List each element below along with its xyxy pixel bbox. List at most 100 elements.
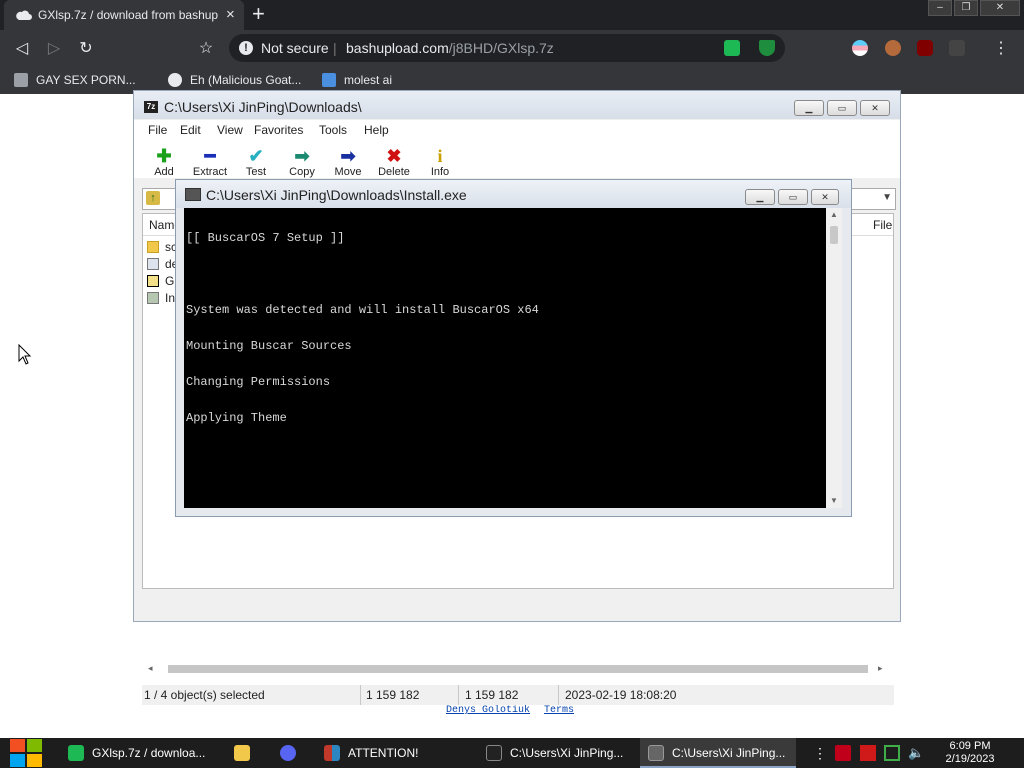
taskbar-item-sevenzip[interactable]: C:\Users\Xi JinPing... [478,738,634,768]
menu-favorites[interactable]: Favorites [254,123,303,137]
start-button[interactable] [10,738,44,768]
scrollbar-thumb[interactable] [830,226,838,244]
bookmark-label: molest ai [344,73,393,87]
sevenzip-maximize-button[interactable]: ▭ [827,100,857,116]
path-dropdown-icon[interactable]: ▼ [882,192,892,203]
ublock-icon[interactable] [917,40,933,56]
extension-flag-icon[interactable] [852,40,868,56]
browser-toolbar: ◁ ▷ ↻ ☆ ! Not secure | bashupload.com/j8… [0,30,1024,66]
menu-edit[interactable]: Edit [180,123,201,137]
move-icon: ➡ [340,146,356,166]
console-app-icon [185,188,201,201]
tab-close-icon[interactable]: × [226,6,235,23]
taskbar-item-browser[interactable]: GXlsp.7z / downloa... [60,738,216,768]
discord-icon [280,745,296,761]
menu-tools[interactable]: Tools [319,123,347,137]
menu-view[interactable]: View [217,123,243,137]
move-button[interactable]: ➡ Move [330,146,366,178]
close-window-button[interactable]: ✕ [980,0,1020,16]
extract-button[interactable]: ━ Extract [192,146,228,178]
scroll-left-icon[interactable]: ◂ [148,663,153,674]
menu-file[interactable]: File [148,123,167,137]
sevenzip-menubar: File Edit View Favorites Tools Help [134,120,900,140]
test-button[interactable]: ✔ Test [238,146,274,178]
bookmark-favicon-icon [322,73,336,87]
file-row[interactable]: sc [147,240,177,256]
copy-button[interactable]: ➡ Copy [284,146,320,178]
restore-button[interactable]: ❐ [954,0,978,16]
delete-button[interactable]: ✖ Delete [376,146,412,178]
security-label[interactable]: Not secure [261,40,329,56]
console-maximize-button[interactable]: ▭ [778,189,808,205]
tray-app-icon[interactable] [835,745,851,761]
status-modified: 2023-02-19 18:08:20 [565,688,677,702]
extension-chat-icon[interactable] [724,40,740,56]
taskbar-clock[interactable]: 6:09 PM 2/19/2023 [940,740,1000,766]
column-file[interactable]: File [873,218,892,232]
scroll-right-icon[interactable]: ▸ [878,663,883,674]
back-icon[interactable]: ◁ [11,38,33,58]
status-divider [360,685,361,705]
file-row[interactable]: de [147,257,178,273]
overflow-icon[interactable]: ⋮ [812,745,828,761]
taskbar-item-explorer[interactable] [226,738,260,768]
console-titlebar[interactable]: C:\Users\Xi JinPing\Downloads\Install.ex… [176,180,851,208]
flag-icon[interactable] [860,745,876,761]
bookmark-item-1[interactable]: GAY SEX PORN... [14,73,136,87]
console-output[interactable]: [[ BuscarOS 7 Setup ]] System was detect… [184,208,826,508]
taskbar-item-discord[interactable] [272,738,306,768]
footer-link-author[interactable]: Denys Golotiuk [446,705,530,716]
bookmark-star-icon[interactable]: ☆ [195,38,217,58]
sevenzip-close-button[interactable]: ✕ [860,100,890,116]
browser-tab[interactable]: GXlsp.7z / download from bashupl × [4,0,244,30]
tool-label: Extract [192,166,228,178]
copy-icon: ➡ [294,146,310,166]
folder-up-icon[interactable]: ↑ [146,191,160,205]
sevenzip-titlebar[interactable]: 7z C:\Users\Xi JinPing\Downloads\ ▁ ▭ ✕ [134,91,900,119]
taskbar-item-console[interactable]: C:\Users\Xi JinPing... [640,738,796,768]
warning-icon[interactable]: ! [239,41,253,55]
clock-date: 2/19/2023 [945,753,995,765]
reload-icon[interactable]: ↻ [75,38,97,58]
add-button[interactable]: ✚ Add [146,146,182,178]
page-footer: Denys Golotiuk Terms [446,705,588,716]
console-line: [[ BuscarOS 7 Setup ]] [186,231,345,245]
browser-tab-strip: GXlsp.7z / download from bashupl × + – ❐… [0,0,1024,30]
footer-link-terms[interactable]: Terms [544,705,574,716]
sevenzip-horizontal-scrollbar[interactable]: ◂ ▸ [142,659,894,679]
chrome-menu-icon[interactable]: ⋮ [990,38,1012,58]
taskbar-label: C:\Users\Xi JinPing... [672,746,786,760]
console-close-button[interactable]: ✕ [811,189,839,205]
taskbar: GXlsp.7z / downloa... ATTENTION! C:\User… [0,738,1024,768]
file-row[interactable]: In [147,291,175,307]
scroll-down-icon[interactable]: ▼ [830,496,838,505]
minimize-button[interactable]: – [928,0,952,16]
console-vertical-scrollbar[interactable]: ▲ ▼ [826,208,842,508]
scrollbar-thumb[interactable] [168,665,868,673]
bookmark-item-3[interactable]: molest ai [322,73,392,87]
sevenzip-minimize-button[interactable]: ▁ [794,100,824,116]
folder-icon [147,241,159,253]
globe-icon [168,73,182,87]
extension-shield-icon[interactable] [759,40,775,56]
omnibox-separator: | [333,40,337,56]
menu-help[interactable]: Help [364,123,389,137]
alert-window-icon [324,745,340,761]
address-bar[interactable]: ! Not secure | bashupload.com/j8BHD/GXls… [229,34,785,62]
console-minimize-button[interactable]: ▁ [745,189,775,205]
network-icon[interactable] [884,745,900,761]
bookmark-item-2[interactable]: Eh (Malicious Goat... [168,73,301,87]
scroll-up-icon[interactable]: ▲ [830,210,838,219]
extension-gray-icon[interactable] [949,40,965,56]
file-row[interactable]: G [147,274,174,290]
volume-icon[interactable]: 🔈 [908,745,924,761]
windows-logo-icon [27,739,42,752]
profile-avatar-icon[interactable] [885,40,901,56]
info-button[interactable]: i Info [422,146,458,178]
console-icon [648,745,664,761]
taskbar-item-attention[interactable]: ATTENTION! [316,738,472,768]
forward-icon[interactable]: ▷ [43,38,65,58]
new-tab-button[interactable]: + [252,2,265,26]
windows-logo-icon [10,754,25,767]
